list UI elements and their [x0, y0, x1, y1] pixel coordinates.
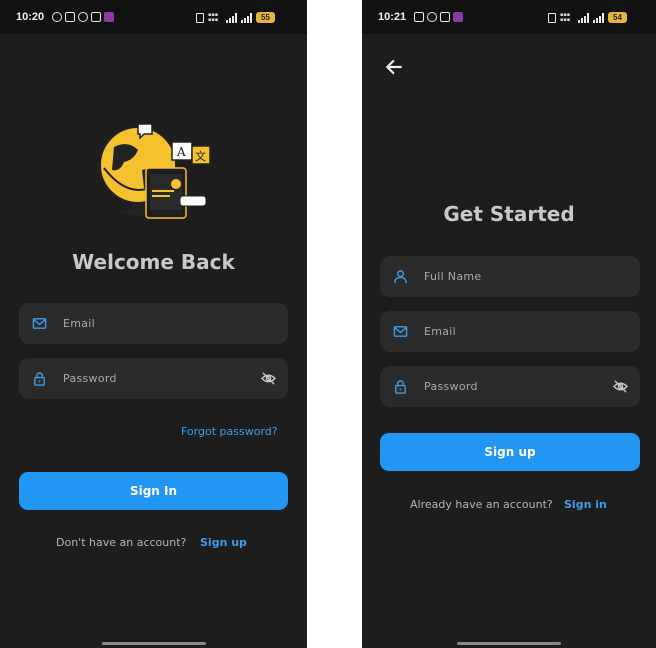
status-bar: 10:20 ▪▪▪ ▪▪▪ 55: [0, 0, 307, 34]
instagram-icon: [65, 12, 75, 22]
sign-in-link[interactable]: Sign in: [564, 498, 607, 511]
battery-icon: 55: [256, 12, 275, 23]
whatsapp-icon: [52, 12, 62, 22]
mail-icon: [32, 318, 47, 329]
network-speed-icon: ▪▪▪ ▪▪▪: [560, 11, 571, 23]
signup-prompt: Don't have an account?: [56, 536, 187, 549]
app-icon: [453, 12, 463, 22]
network-speed-icon: ▪▪▪ ▪▪▪: [208, 11, 219, 23]
page-title: Welcome Back: [72, 250, 235, 274]
globe-translation-illustration: A 文: [99, 123, 211, 219]
arrow-left-icon[interactable]: [384, 56, 406, 78]
person-icon: [394, 270, 407, 284]
sign-in-button[interactable]: Sign In: [19, 472, 288, 510]
status-bar: 10:21 ▪▪▪ ▪▪▪ 54: [362, 0, 656, 34]
signal-icon: [226, 12, 237, 23]
email-field[interactable]: [380, 311, 640, 352]
gmail-icon: [440, 12, 450, 22]
lock-icon: [395, 380, 406, 394]
sign-up-link[interactable]: Sign up: [200, 536, 247, 549]
notification-icons: [414, 12, 463, 22]
gmail-icon: [91, 12, 101, 22]
password-field[interactable]: [19, 358, 288, 399]
instagram-icon: [414, 12, 424, 22]
full-name-input[interactable]: [424, 256, 604, 297]
email-input[interactable]: [63, 303, 243, 344]
password-input[interactable]: [424, 366, 604, 407]
chat-icon: [427, 12, 437, 22]
eye-off-icon[interactable]: [261, 371, 276, 386]
status-time: 10:21: [378, 11, 407, 23]
password-input[interactable]: [63, 358, 243, 399]
eye-off-icon[interactable]: [613, 379, 628, 394]
signal-icon: [241, 12, 252, 23]
email-field[interactable]: [19, 303, 288, 344]
login-screen: 10:20 ▪▪▪ ▪▪▪ 55 A 文 Welcome Back Email …: [0, 0, 307, 648]
signal-icon: [593, 12, 604, 23]
signal-icon: [578, 12, 589, 23]
home-indicator[interactable]: [457, 642, 561, 645]
page-title: Get Started: [443, 202, 575, 226]
status-time: 10:20: [16, 11, 45, 23]
lock-icon: [34, 372, 45, 386]
forgot-password-link[interactable]: Forgot password?: [181, 425, 278, 438]
app-icon: [104, 12, 114, 22]
mail-icon: [393, 326, 408, 337]
svg-text:文: 文: [195, 149, 206, 163]
svg-text:A: A: [176, 145, 186, 159]
signup-screen: 10:21 ▪▪▪ ▪▪▪ 54 Get Started Full Name E…: [362, 0, 656, 648]
email-input[interactable]: [424, 311, 604, 352]
notification-icons: [52, 12, 114, 22]
password-field[interactable]: [380, 366, 640, 407]
battery-icon: 54: [608, 12, 627, 23]
home-indicator[interactable]: [101, 642, 206, 645]
system-icons: ▪▪▪ ▪▪▪ 55: [196, 12, 275, 23]
system-icons: ▪▪▪ ▪▪▪ 54: [548, 12, 627, 23]
chat-icon: [78, 12, 88, 22]
signin-prompt: Already have an account?: [410, 498, 553, 511]
full-name-field[interactable]: [380, 256, 640, 297]
sign-up-button[interactable]: Sign up: [380, 433, 640, 471]
vibrate-icon: [196, 12, 204, 23]
vibrate-icon: [548, 12, 556, 23]
